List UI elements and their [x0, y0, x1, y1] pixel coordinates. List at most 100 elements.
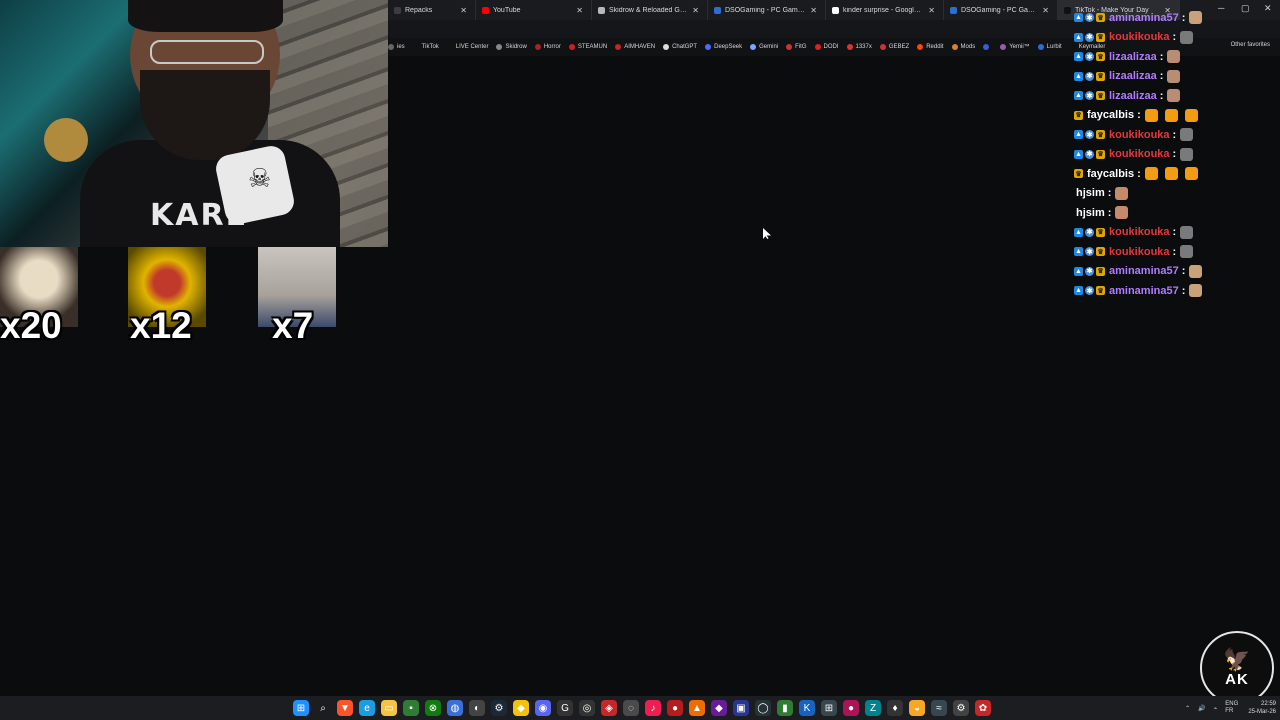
file-explorer-icon[interactable]: ▭ [381, 700, 397, 716]
app-red-icon[interactable]: ◈ [601, 700, 617, 716]
bookmark-favicon-icon [534, 44, 541, 50]
bookmark-item[interactable]: Horror [534, 44, 561, 50]
chat-username[interactable]: aminamina57 [1109, 285, 1179, 297]
obs-icon[interactable]: ◎ [579, 700, 595, 716]
chat-username[interactable]: lizaalizaa [1109, 70, 1157, 82]
bookmark-item[interactable]: ies [388, 44, 405, 50]
chat-username[interactable]: lizaalizaa [1109, 90, 1157, 102]
app-teal-icon[interactable]: Z [865, 700, 881, 716]
browser-tab[interactable]: YouTube ✕ [476, 0, 592, 20]
bookmark-item[interactable] [983, 44, 992, 50]
bookmark-favicon-icon [1037, 44, 1044, 50]
speaker-icon[interactable]: 🔊 [1198, 705, 1205, 712]
chat-username[interactable]: aminamina57 [1109, 12, 1179, 24]
tab-close-icon[interactable]: ✕ [692, 6, 699, 15]
chat-emote-icon [1180, 245, 1194, 259]
chat-username[interactable]: faycalbis [1087, 109, 1134, 121]
app-yellow-icon[interactable]: ◆ [513, 700, 529, 716]
app-orange-icon[interactable]: ▲ [689, 700, 705, 716]
moderator-badge-icon: ✱ [1085, 247, 1094, 257]
app-purple-icon[interactable]: ◆ [711, 700, 727, 716]
app-mic-icon[interactable]: ♦ [887, 700, 903, 716]
bookmark-item[interactable]: ChatGPT [663, 44, 697, 50]
app-blue2-icon[interactable]: ▣ [733, 700, 749, 716]
tiktok-icon[interactable]: ♪ [645, 700, 661, 716]
steam-icon[interactable]: ⚙ [491, 700, 507, 716]
xbox-icon[interactable]: ⊗ [425, 700, 441, 716]
app-green-icon[interactable]: ▪ [403, 700, 419, 716]
bookmark-item[interactable]: DeepSeek [705, 44, 742, 50]
bookmark-item[interactable]: AIMHAVEN [615, 44, 655, 50]
brave-icon[interactable]: ▼ [337, 700, 353, 716]
app-grid-icon[interactable]: ⊞ [821, 700, 837, 716]
app-flower-icon[interactable]: ✿ [975, 700, 991, 716]
language-indicator[interactable]: ENG FR [1225, 701, 1238, 715]
app-grey-icon[interactable]: ◌ [623, 700, 639, 716]
app-blue-icon[interactable]: ◍ [447, 700, 463, 716]
crown-badge-icon: ♛ [1096, 247, 1105, 257]
app-bars-icon[interactable]: ▮ [777, 700, 793, 716]
bookmark-label: Lurbit [1046, 44, 1062, 50]
browser-tab[interactable]: kinder surprise - Google Search✕ [826, 0, 944, 20]
browser-tab[interactable]: DSOGaming - PC Games News, S ✕ [944, 0, 1058, 20]
chat-username[interactable]: lizaalizaa [1109, 51, 1157, 63]
bookmark-item[interactable]: Lurbit [1037, 44, 1062, 50]
chat-separator: : [1172, 148, 1177, 161]
app-pink-icon[interactable]: ● [843, 700, 859, 716]
chat-username[interactable]: koukikouka [1109, 129, 1170, 141]
windows-start-icon[interactable]: ⊞ [293, 700, 309, 716]
chat-username[interactable]: koukikouka [1109, 31, 1170, 43]
bookmark-item[interactable]: TikTok [412, 44, 439, 50]
chat-username[interactable]: hjsim [1076, 187, 1105, 199]
app-circle-icon[interactable]: ◐ [469, 700, 485, 716]
clock[interactable]: 22:59 25-Mar-26 [1248, 700, 1276, 716]
chevron-up-icon[interactable]: ⌃ [1185, 705, 1190, 712]
bookmark-item[interactable]: 1337x [846, 44, 872, 50]
tab-close-icon[interactable]: ✕ [928, 6, 935, 15]
streamer-hair [128, 0, 283, 32]
app-gold-icon[interactable]: ◒ [909, 700, 925, 716]
tab-close-icon[interactable]: ✕ [810, 6, 817, 15]
app-wave-icon[interactable]: ≈ [931, 700, 947, 716]
browser-tab[interactable]: DSOGaming - PC Games News, S ✕ [708, 0, 826, 20]
bookmark-item[interactable]: LIVE Center [446, 44, 489, 50]
app-red2-icon[interactable]: ● [667, 700, 683, 716]
app-dark-icon[interactable]: ◯ [755, 700, 771, 716]
app-k-icon[interactable]: K [799, 700, 815, 716]
settings-icon[interactable]: ⚙ [953, 700, 969, 716]
chat-username[interactable]: faycalbis [1087, 168, 1134, 180]
bookmark-item[interactable]: Reddit [917, 44, 944, 50]
search-icon[interactable]: ⌕ [315, 700, 331, 716]
bookmark-item[interactable]: STEAMUN [568, 44, 607, 50]
chat-emote-icon [1180, 128, 1194, 142]
chat-username[interactable]: hjsim [1076, 207, 1105, 219]
bookmark-item[interactable]: Yemii™ [1000, 44, 1030, 50]
bookmark-item[interactable]: Skidrow [496, 44, 527, 50]
bookmark-item[interactable]: Gemini [750, 44, 778, 50]
google-icon[interactable]: G [557, 700, 573, 716]
network-icon[interactable]: ⌁ [1214, 705, 1218, 712]
edge-icon[interactable]: e [359, 700, 375, 716]
bookmark-item[interactable]: DODI [814, 44, 839, 50]
chat-username[interactable]: koukikouka [1109, 148, 1170, 160]
discord-icon[interactable]: ◉ [535, 700, 551, 716]
system-tray: ⌃ 🔊 ⌁ ENG FR 22:59 25-Mar-26 [1181, 696, 1276, 720]
bookmark-item[interactable]: GEBEZ [879, 44, 909, 50]
tab-close-icon[interactable]: ✕ [576, 6, 583, 15]
chat-username[interactable]: koukikouka [1109, 226, 1170, 238]
tab-close-icon[interactable]: ✕ [460, 6, 467, 15]
browser-tab[interactable]: Repacks ✕ [388, 0, 476, 20]
bookmark-item[interactable]: FitG [786, 44, 807, 50]
chat-message: ▲ ✱ ♛ lizaalizaa: [1074, 47, 1280, 67]
crown-badge-icon: ♛ [1096, 130, 1105, 140]
chat-username[interactable]: koukikouka [1109, 246, 1170, 258]
chat-username[interactable]: aminamina57 [1109, 265, 1179, 277]
browser-tab[interactable]: Skidrow & Reloaded Games – D ✕ [592, 0, 708, 20]
bookmark-item[interactable]: Mods [951, 44, 975, 50]
bookmark-label: LIVE Center [455, 44, 489, 50]
glasses [150, 40, 264, 64]
tab-close-icon[interactable]: ✕ [1042, 6, 1049, 15]
chat-message: ▲ ✱ ♛ koukikouka: [1074, 145, 1280, 165]
tab-label: DSOGaming - PC Games News, S [725, 6, 806, 14]
chat-separator: : [1172, 226, 1177, 239]
